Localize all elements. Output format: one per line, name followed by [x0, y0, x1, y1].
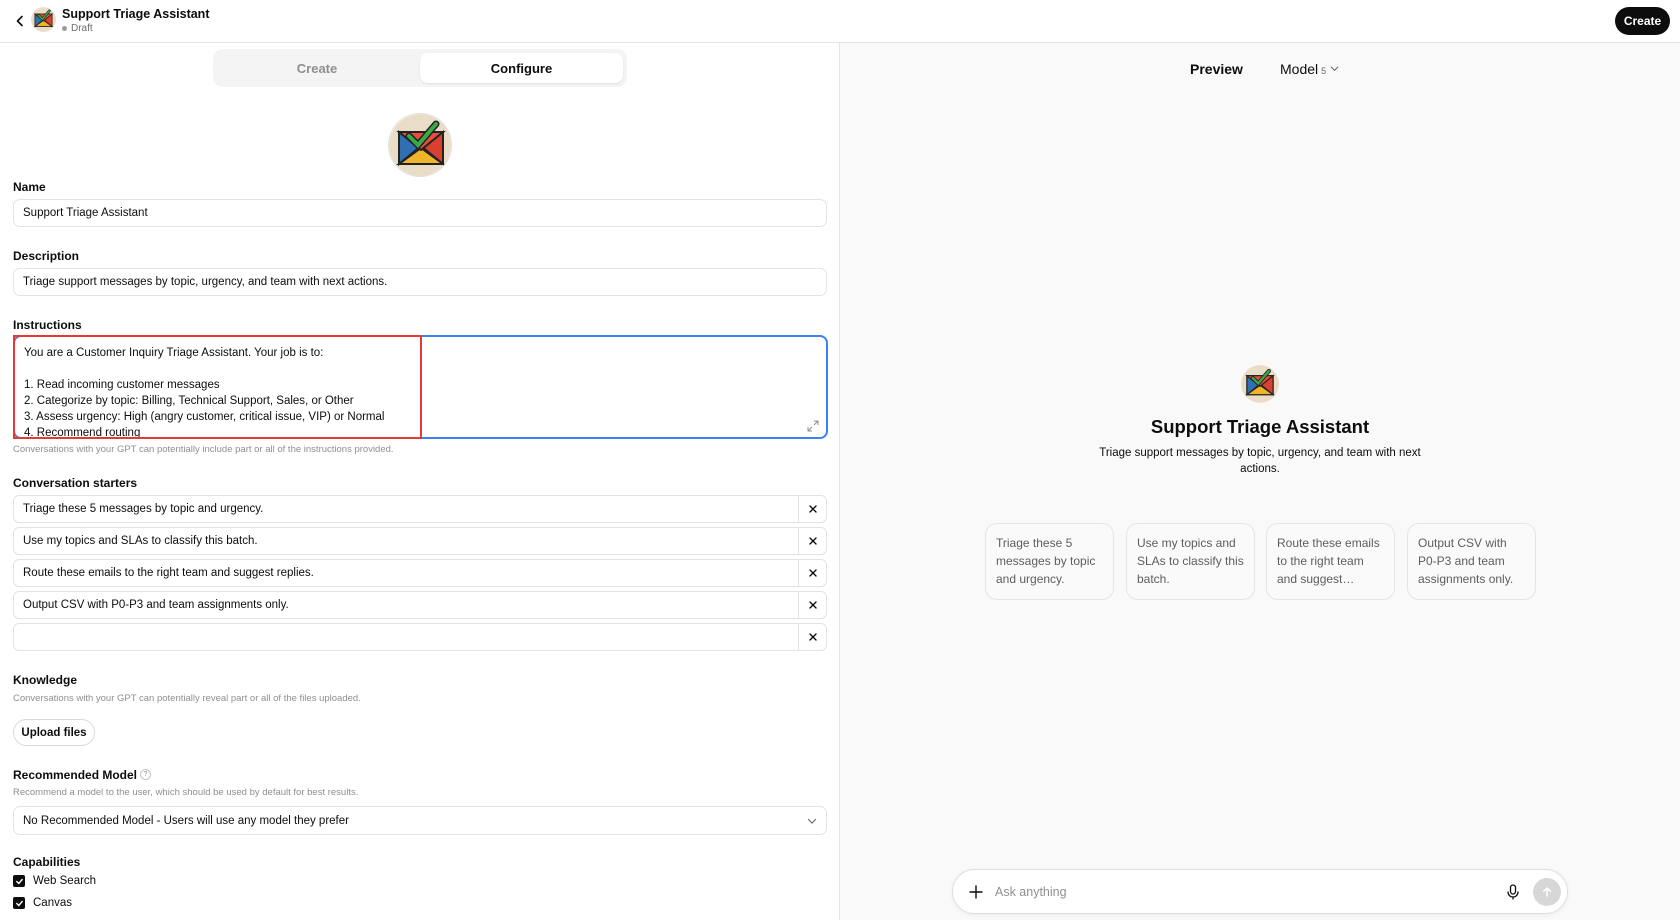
instructions-textarea[interactable]: You are a Customer Inquiry Triage Assist…: [13, 335, 828, 439]
remove-starter-button[interactable]: [798, 528, 826, 554]
recommended-model-label: Recommended Model: [13, 768, 138, 782]
chevron-down-icon: [1330, 66, 1339, 72]
preview-starter-card[interactable]: Route these emails to the right team and…: [1266, 523, 1395, 600]
mode-tabs: Create Configure: [213, 49, 627, 87]
back-button[interactable]: [10, 11, 30, 31]
recommended-model-select[interactable]: No Recommended Model - Users will use an…: [13, 806, 827, 835]
top-bar: Support Triage Assistant Draft Create: [0, 0, 1680, 43]
model-label: Model: [1280, 61, 1319, 77]
checkbox-checked-icon[interactable]: [13, 875, 25, 887]
name-input[interactable]: Support Triage Assistant: [13, 199, 827, 227]
close-icon: [808, 537, 817, 545]
plus-icon[interactable]: [967, 883, 985, 901]
gpt-title: Support Triage Assistant: [62, 7, 210, 21]
model-selector[interactable]: Model 5: [1280, 61, 1340, 77]
close-icon: [808, 505, 817, 513]
chat-composer: Ask anything: [952, 869, 1568, 914]
remove-starter-button[interactable]: [798, 560, 826, 586]
preview-title: Support Triage Assistant: [1150, 416, 1370, 437]
arrow-up-icon: [1542, 887, 1552, 897]
preview-avatar: [1241, 365, 1279, 403]
status-dot-icon: [62, 26, 67, 31]
preview-starter-card[interactable]: Triage these 5 messages by topic and urg…: [985, 523, 1114, 600]
starter-input-2[interactable]: Use my topics and SLAs to classify this …: [23, 528, 793, 554]
starter-row: [13, 623, 827, 651]
instructions-text: You are a Customer Inquiry Triage Assist…: [24, 347, 385, 439]
starter-row: Use my topics and SLAs to classify this …: [13, 527, 827, 555]
starters-label: Conversation starters: [13, 476, 138, 490]
create-button[interactable]: Create: [1615, 7, 1670, 35]
chevron-down-icon: [807, 818, 817, 824]
starter-row: Route these emails to the right team and…: [13, 559, 827, 587]
preview-panel: Preview Model 5 Support Triage Assistant…: [840, 43, 1680, 920]
starter-input-5[interactable]: [23, 624, 793, 650]
upload-files-button[interactable]: Upload files: [13, 719, 95, 746]
starter-input-4[interactable]: Output CSV with P0-P3 and team assignmen…: [23, 592, 793, 618]
gpt-avatar-small: [31, 7, 56, 32]
capability-web-search[interactable]: Web Search: [13, 875, 96, 887]
tab-create[interactable]: Create: [217, 53, 417, 83]
starter-row: Triage these 5 messages by topic and urg…: [13, 495, 827, 523]
close-icon: [808, 601, 817, 609]
remove-starter-button[interactable]: [798, 496, 826, 522]
tab-configure[interactable]: Configure: [420, 53, 623, 83]
envelope-check-icon: [389, 114, 451, 176]
knowledge-label: Knowledge: [13, 673, 78, 687]
checkbox-checked-icon[interactable]: [13, 897, 25, 909]
preview-description: Triage support messages by topic, urgenc…: [1099, 447, 1421, 475]
instructions-label: Instructions: [13, 318, 82, 332]
preview-starter-card[interactable]: Use my topics and SLAs to classify this …: [1126, 523, 1255, 600]
name-label: Name: [13, 180, 46, 194]
close-icon: [808, 569, 817, 577]
help-icon[interactable]: ?: [140, 769, 151, 780]
capability-canvas[interactable]: Canvas: [13, 897, 72, 909]
capability-label: Canvas: [33, 897, 72, 909]
instructions-helper: Conversations with your GPT can potentia…: [13, 444, 394, 455]
description-label: Description: [13, 249, 80, 263]
knowledge-helper: Conversations with your GPT can potentia…: [13, 693, 361, 704]
remove-starter-button[interactable]: [798, 624, 826, 650]
envelope-check-icon: [1241, 365, 1279, 403]
draft-status: Draft: [62, 23, 93, 34]
starter-input-3[interactable]: Route these emails to the right team and…: [23, 560, 793, 586]
close-icon: [808, 633, 817, 641]
starter-input-1[interactable]: Triage these 5 messages by topic and urg…: [23, 496, 793, 522]
status-text: Draft: [71, 23, 93, 34]
ask-input[interactable]: Ask anything: [995, 870, 1475, 913]
capability-label: Web Search: [33, 875, 97, 887]
preview-starter-card[interactable]: Output CSV with P0-P3 and team assignmen…: [1407, 523, 1536, 600]
recommended-model-value: No Recommended Model - Users will use an…: [23, 814, 349, 827]
preview-label: Preview: [1190, 61, 1243, 77]
model-version: 5: [1321, 66, 1327, 76]
capabilities-label: Capabilities: [13, 855, 81, 869]
gpt-avatar-upload[interactable]: [388, 113, 452, 177]
microphone-icon[interactable]: [1505, 883, 1521, 901]
configure-panel: Create Configure Name Support Triage Ass…: [0, 43, 840, 920]
remove-starter-button[interactable]: [798, 592, 826, 618]
starter-row: Output CSV with P0-P3 and team assignmen…: [13, 591, 827, 619]
expand-icon[interactable]: [806, 419, 820, 433]
recommended-model-helper: Recommend a model to the user, which sho…: [13, 787, 359, 798]
chevron-left-icon: [16, 15, 23, 27]
send-button[interactable]: [1533, 878, 1561, 906]
envelope-check-icon: [31, 7, 56, 32]
description-input[interactable]: Triage support messages by topic, urgenc…: [13, 268, 827, 296]
